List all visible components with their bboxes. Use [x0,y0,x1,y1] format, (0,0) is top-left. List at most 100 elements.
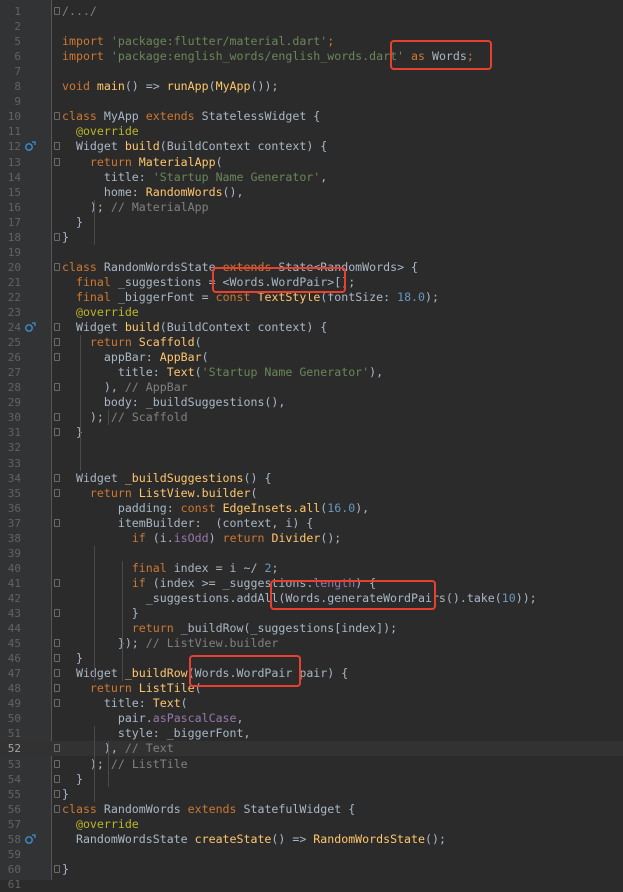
line-number: 48 [7,682,21,696]
fold-toggle-icon[interactable] [54,744,60,753]
code-line[interactable]: 30 ); // Scaffold [0,410,623,425]
line-number: 31 [7,426,21,440]
code-token: } [62,229,69,244]
code-token: (BuildContext context) { [159,139,328,154]
code-line[interactable]: 26 appBar: AppBar( [0,350,623,365]
code-line[interactable]: 14 title: 'Startup Name Generator', [0,170,623,185]
override-marker-icon[interactable] [25,834,36,845]
code-line[interactable]: 37 itemBuilder: (context, i) { [0,516,623,531]
code-token: _buildRow(_suggestions[index]); [180,621,398,636]
fold-toggle-icon[interactable] [54,639,60,648]
code-token: ListView.builder [138,485,251,500]
indent-guide [94,726,95,802]
code-line[interactable]: 32 [0,440,623,455]
code-line[interactable]: 58 RandomWordsState createState() => Ran… [0,832,623,847]
fold-toggle-icon[interactable] [54,774,60,783]
code-line[interactable]: 29 body: _buildSuggestions(), [0,395,623,410]
code-line[interactable]: 7 [0,64,623,79]
code-token: title: [62,696,153,711]
fold-toggle-icon[interactable] [54,488,60,497]
code-line[interactable]: 34 Widget _buildSuggestions() { [0,471,623,486]
fold-toggle-icon[interactable] [54,518,60,527]
code-line[interactable]: 60} [0,862,623,877]
code-line[interactable]: 25 return Scaffold( [0,335,623,350]
code-line[interactable]: 59 [0,847,623,862]
code-text: title: Text('Startup Name Generator'), [62,365,383,380]
fold-toggle-icon[interactable] [54,699,60,708]
fold-toggle-icon[interactable] [54,669,60,678]
fold-toggle-icon[interactable] [54,142,60,151]
code-line[interactable]: 1 /.../ [0,4,623,19]
override-marker-icon[interactable] [25,322,36,333]
fold-toggle-icon[interactable] [54,323,60,332]
code-line[interactable]: 15 home: RandomWords(), [0,185,623,200]
code-token: ( [194,365,202,380]
fold-toggle-icon[interactable] [54,157,60,166]
fold-toggle-icon[interactable] [54,804,60,813]
code-text: body: _buildSuggestions(), [62,395,286,410]
code-token: build [124,139,160,154]
fold-toggle-icon[interactable] [54,383,60,392]
code-line[interactable]: 23 @override [0,305,623,320]
fold-toggle-icon[interactable] [54,473,60,482]
code-token: body: _buildSuggestions(), [62,395,286,410]
code-token: _buildRow [124,666,188,681]
code-token: if [131,530,153,545]
code-text: Widget build(BuildContext context) { [62,139,327,154]
code-line[interactable]: 48 return ListTile( [0,681,623,696]
code-line[interactable]: 56 class RandomWords extends StatefulWidg… [0,802,623,817]
line-number: 39 [7,546,21,560]
fold-toggle-icon[interactable] [54,232,60,241]
code-text: pair.asPascalCase, [62,711,244,726]
fold-toggle-icon[interactable] [54,413,60,422]
line-number: 38 [7,531,21,545]
fold-toggle-icon[interactable] [54,789,60,798]
code-token: 10 [501,590,516,605]
code-line[interactable]: 10 class MyApp extends StatelessWidget { [0,109,623,124]
fold-toggle-icon[interactable] [54,262,60,271]
fold-toggle-icon[interactable] [54,578,60,587]
code-line[interactable]: 50 pair.asPascalCase, [0,711,623,726]
code-text: return ListTile( [62,681,202,696]
code-line[interactable]: 27 title: Text('Startup Name Generator')… [0,365,623,380]
code-text: return ListView.builder( [62,485,258,501]
code-line[interactable]: 12 Widget build(BuildContext context) { [0,139,623,154]
fold-toggle-icon[interactable] [54,684,60,693]
line-number: 16 [7,200,21,214]
code-line[interactable]: 8 void main() => runApp(MyApp()); [0,79,623,94]
code-token: extends [145,109,202,124]
code-line[interactable]: 11 @override [0,124,623,139]
code-line[interactable]: 19 [0,245,623,260]
code-line[interactable]: 9 [0,94,623,109]
code-line[interactable]: 13 return MaterialApp( [0,155,623,170]
code-line[interactable]: 33 [0,456,623,471]
code-line[interactable]: 6 import 'package:english_words/english_w… [0,49,623,64]
code-token: return [89,485,139,500]
fold-toggle-icon[interactable] [54,428,60,437]
code-text: @override [62,817,139,832]
code-line[interactable]: 35 return ListView.builder( [0,486,623,501]
fold-toggle-icon[interactable] [54,864,60,873]
fold-toggle-icon[interactable] [54,353,60,362]
code-line[interactable]: 36 padding: const EdgeInsets.all(16.0), [0,501,623,516]
indent-guide [94,199,95,245]
code-line[interactable]: 5 import 'package:flutter/material.dart'; [0,34,623,49]
override-marker-icon[interactable] [25,141,36,152]
code-line[interactable]: 2 [0,19,623,34]
code-line[interactable]: 57 @override [0,817,623,832]
fold-toggle-icon[interactable] [54,759,60,768]
fold-toggle-icon[interactable] [54,654,60,663]
code-line[interactable]: 24 Widget build(BuildContext context) { [0,320,623,335]
code-line[interactable]: 31 } [0,425,623,440]
code-line[interactable]: 61 [0,877,623,892]
fold-toggle-icon[interactable] [54,609,60,617]
code-line[interactable]: 28 ), // AppBar [0,380,623,395]
code-line[interactable]: 49 title: Text( [0,696,623,711]
fold-toggle-icon[interactable] [54,7,60,15]
code-token: _buildSuggestions [124,470,244,485]
code-line[interactable]: 38 if (i.isOdd) return Divider(); [0,531,623,546]
fold-toggle-icon[interactable] [54,112,60,121]
line-number: 14 [7,170,21,184]
fold-toggle-icon[interactable] [54,338,60,347]
